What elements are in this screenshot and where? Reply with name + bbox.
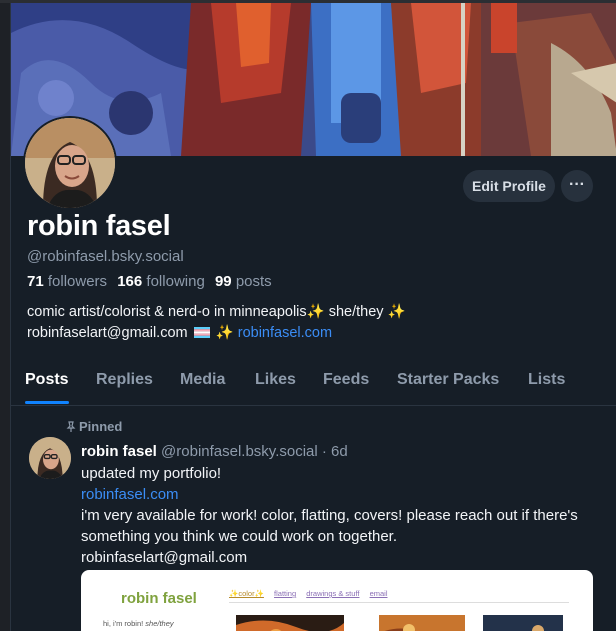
- active-tab-indicator: [25, 401, 69, 404]
- profile-bio: comic artist/colorist & nerd-o in minnea…: [27, 302, 406, 344]
- display-name: robin fasel: [27, 210, 171, 242]
- tab-feeds[interactable]: Feeds: [323, 371, 369, 389]
- followers-stat[interactable]: 71 followers: [27, 273, 107, 290]
- preview-thumbnail: [483, 615, 563, 631]
- post-age[interactable]: · 6d: [322, 443, 348, 460]
- link-preview-card[interactable]: robin fasel ✨color✨ flatting drawings & …: [81, 570, 593, 631]
- post-line: updated my portfolio!: [81, 465, 222, 482]
- preview-divider: [229, 602, 569, 603]
- tab-media[interactable]: Media: [180, 371, 225, 389]
- tab-lists[interactable]: Lists: [528, 371, 565, 389]
- preview-nav-item: email: [369, 589, 388, 598]
- posts-stat: 99 posts: [214, 273, 272, 290]
- tab-starter-packs[interactable]: Starter Packs: [397, 371, 499, 389]
- post-header: robin fasel @robinfasel.bsky.social · 6d: [81, 443, 348, 460]
- preview-intro: hi, i'm robin! she/they: [103, 619, 174, 628]
- profile-page: Edit Profile ··· robin fasel @robinfasel…: [10, 3, 616, 631]
- preview-nav-item: flatting: [274, 589, 297, 598]
- tab-posts[interactable]: Posts: [25, 371, 69, 389]
- post-link[interactable]: robinfasel.com: [81, 486, 179, 503]
- bio-line-1: comic artist/colorist & nerd-o in minnea…: [27, 304, 406, 320]
- preview-thumbnail: [236, 615, 344, 631]
- tab-likes[interactable]: Likes: [255, 371, 296, 389]
- more-horizontal-icon[interactable]: ···: [561, 170, 593, 202]
- sparkle-icon: ✨: [387, 304, 406, 320]
- post-author-avatar[interactable]: [29, 437, 71, 479]
- sparkle-icon: ✨: [306, 304, 325, 320]
- bio-website-link[interactable]: robinfasel.com: [238, 325, 332, 341]
- post-author-name[interactable]: robin fasel: [81, 443, 157, 460]
- profile-handle: @robinfasel.bsky.social: [27, 248, 184, 265]
- preview-brand-title: robin fasel: [121, 590, 197, 607]
- edit-profile-button[interactable]: Edit Profile: [463, 170, 555, 202]
- post-author-handle[interactable]: @robinfasel.bsky.social: [161, 443, 318, 460]
- preview-nav-item: ✨color✨: [229, 589, 264, 598]
- preview-nav-item: drawings & stuff: [306, 589, 360, 598]
- post-line: robinfaselart@gmail.com: [81, 549, 248, 566]
- preview-thumbnail: [379, 615, 465, 631]
- pinned-indicator: Pinned: [66, 419, 122, 434]
- profile-stats: 71 followers 166 following 99 posts: [27, 273, 272, 290]
- profile-tabs: Posts Replies Media Likes Feeds Starter …: [11, 363, 616, 406]
- trans-flag-icon: [193, 327, 210, 338]
- post-line: i'm very available for work! color, flat…: [81, 507, 578, 545]
- tab-replies[interactable]: Replies: [96, 371, 153, 389]
- post-text[interactable]: updated my portfolio! robinfasel.com i'm…: [81, 463, 601, 568]
- profile-avatar[interactable]: [23, 116, 117, 210]
- following-stat[interactable]: 166 following: [117, 273, 205, 290]
- preview-nav: ✨color✨ flatting drawings & stuff email: [229, 589, 396, 598]
- pin-icon: [66, 421, 76, 432]
- sparkle-icon: ✨: [215, 325, 234, 341]
- bio-line-2: robinfaselart@gmail.com ✨ robinfasel.com: [27, 325, 333, 341]
